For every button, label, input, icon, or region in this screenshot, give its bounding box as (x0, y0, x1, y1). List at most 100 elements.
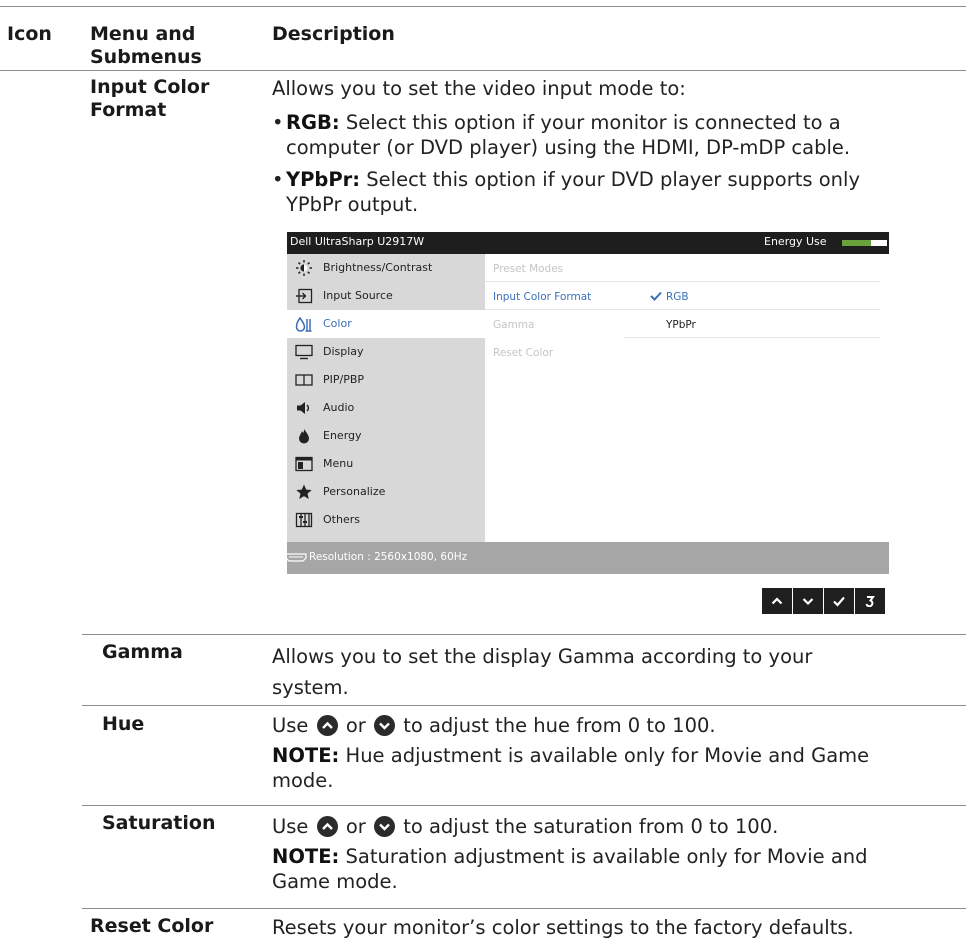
osd-submenu-panel: Preset Modes Input Color Format Gamma Re… (485, 254, 889, 542)
saturation-description: Use or to adjust the saturation from 0 t… (272, 814, 932, 894)
ypbpr-label: YPbPr: (286, 168, 361, 191)
column-header-menu-line2: Submenus (90, 46, 202, 68)
menu-saturation: Saturation (102, 812, 216, 834)
menu-icon (295, 456, 313, 472)
osd-energy-label: Energy Use (764, 235, 827, 248)
osd-item-audio[interactable]: Audio (287, 394, 485, 422)
hue-use-text: Use (272, 714, 309, 737)
osd-status-text: Resolution : 2560x1080, 60Hz (309, 551, 468, 563)
reset-color-description: Resets your monitor’s color settings to … (272, 916, 854, 939)
input-color-format-intro: Allows you to set the video input mode t… (272, 77, 686, 100)
hdmi-connector-icon (285, 553, 307, 562)
osd-option-rgb[interactable]: RGB (650, 291, 689, 303)
column-header-description: Description (272, 23, 395, 45)
energy-use-fill (842, 240, 872, 246)
up-round-icon (316, 816, 338, 837)
menu-reset-color: Reset Color (90, 915, 214, 937)
osd-item-menu[interactable]: Menu (287, 450, 485, 478)
row-rule (82, 908, 966, 909)
osd-item-label: Display (323, 345, 364, 358)
osd-item-personalize[interactable]: Personalize (287, 478, 485, 506)
osd-option-label: RGB (666, 291, 689, 303)
osd-sub-preset-modes[interactable]: Preset Modes (493, 263, 563, 275)
row-rule (82, 705, 966, 706)
down-round-icon (374, 816, 395, 837)
row-rule (82, 805, 966, 806)
menu-input-color-format: Input Color Format (90, 76, 209, 122)
osd-item-display[interactable]: Display (287, 338, 485, 366)
saturation-use-text: Use (272, 815, 309, 838)
menu-gamma: Gamma (102, 641, 183, 663)
ypbpr-text-line1: Select this option if your DVD player su… (360, 168, 860, 191)
column-header-menu-line1: Menu and (90, 23, 196, 45)
gamma-description: Allows you to set the display Gamma acco… (272, 641, 812, 703)
osd-item-energy[interactable]: Energy (287, 422, 485, 450)
hue-note-line2: mode. (272, 769, 334, 792)
osd-sub-divider (485, 281, 880, 282)
table-top-rule (0, 6, 966, 7)
menu-input-color-format-line2: Format (90, 99, 167, 121)
osd-main-menu: Brightness/Contrast Input Source Color D… (287, 254, 485, 542)
osd-item-color[interactable]: Color (287, 310, 485, 338)
osd-item-label: Energy (323, 429, 362, 442)
hue-or-text: or (345, 714, 366, 737)
column-header-menu: Menu and Submenus (90, 23, 202, 69)
energy-use-meter (842, 240, 887, 246)
osd-item-label: Audio (323, 401, 355, 414)
gamma-description-line1: Allows you to set the display Gamma acco… (272, 645, 813, 668)
confirm-button[interactable] (824, 588, 854, 614)
input-source-icon (295, 288, 313, 304)
up-button[interactable] (762, 588, 792, 614)
osd-item-pip-pbp[interactable]: PIP/PBP (287, 366, 485, 394)
energy-icon (295, 428, 313, 444)
ypbpr-bullet: • YPbPr: Select this option if your DVD … (272, 167, 932, 217)
osd-sub-divider (485, 309, 880, 310)
saturation-or-text: or (345, 815, 366, 838)
back-button[interactable] (855, 588, 885, 614)
saturation-rest-text: to adjust the saturation from 0 to 100. (403, 815, 779, 838)
rgb-text-line1: Select this option if your monitor is co… (339, 111, 841, 134)
osd-title: Dell UltraSharp U2917W (290, 235, 425, 248)
osd-item-label: Brightness/Contrast (323, 261, 433, 274)
down-icon (802, 598, 814, 606)
osd-item-label: Color (323, 317, 352, 330)
saturation-note-line2: Game mode. (272, 870, 398, 893)
osd-item-brightness-contrast[interactable]: Brightness/Contrast (287, 254, 485, 282)
column-header-icon: Icon (7, 23, 52, 45)
osd-option-ypbpr[interactable]: YPbPr (666, 319, 696, 331)
osd-sub-reset-color[interactable]: Reset Color (493, 347, 553, 359)
row-rule (82, 634, 966, 635)
osd-sub-gamma[interactable]: Gamma (493, 319, 534, 331)
up-round-icon (316, 715, 338, 736)
check-icon (833, 596, 845, 607)
rgb-label: RGB: (286, 111, 340, 134)
ypbpr-text-line2: YPbPr output. (286, 193, 419, 216)
osd-status-bar: Resolution : 2560x1080, 60Hz (285, 542, 889, 574)
check-icon (650, 291, 662, 301)
osd-item-label: PIP/PBP (323, 373, 365, 386)
osd-item-label: Input Source (323, 289, 393, 302)
down-button[interactable] (793, 588, 823, 614)
osd-item-others[interactable]: Others (287, 506, 485, 534)
star-icon (295, 484, 313, 500)
menu-input-color-format-line1: Input Color (90, 76, 210, 98)
audio-icon (295, 400, 313, 416)
up-icon (771, 597, 783, 605)
osd-title-bar: Dell UltraSharp U2917W Energy Use (287, 232, 889, 254)
hue-note-label: NOTE: (272, 744, 340, 767)
others-icon (295, 512, 313, 528)
osd-item-label: Others (323, 513, 360, 526)
pip-pbp-icon (295, 372, 313, 388)
osd-item-label: Personalize (323, 485, 386, 498)
menu-hue: Hue (102, 713, 145, 735)
down-round-icon (374, 715, 395, 736)
rgb-text-line2: computer (or DVD player) using the HDMI,… (286, 136, 851, 159)
display-icon (295, 344, 313, 360)
hue-note-line1: Hue adjustment is available only for Mov… (339, 744, 870, 767)
osd-item-label: Menu (323, 457, 354, 470)
hue-description: Use or to adjust the hue from 0 to 100. … (272, 713, 932, 793)
osd-sub-input-color-format[interactable]: Input Color Format (493, 291, 591, 303)
osd-item-input-source[interactable]: Input Source (287, 282, 485, 310)
saturation-note-label: NOTE: (272, 845, 340, 868)
back-icon (865, 596, 875, 607)
